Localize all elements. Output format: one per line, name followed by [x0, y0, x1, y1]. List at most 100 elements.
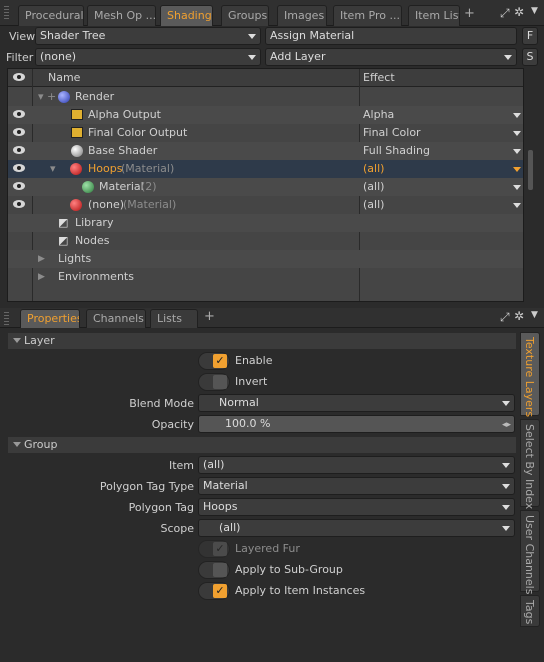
invert-checkbox[interactable] — [198, 373, 230, 391]
tab-properties[interactable]: Properties — [20, 309, 80, 328]
effect-dropdown-icon[interactable] — [513, 131, 521, 136]
expand-icon[interactable]: ▶ — [38, 254, 45, 264]
side-tab-texture-layers[interactable]: Texture Layers — [520, 332, 540, 417]
effect-dropdown-icon[interactable] — [513, 113, 521, 118]
gear-icon[interactable]: ✲ — [514, 5, 524, 19]
tree-row-environments[interactable]: ▶ Environments — [8, 268, 523, 286]
effect-dropdown-icon[interactable] — [513, 203, 521, 208]
tree-scrollbar[interactable] — [528, 150, 533, 190]
tree-row-final-color-output[interactable]: Final Color Output Final Color — [8, 124, 523, 142]
dropdown-arrow-icon — [248, 34, 256, 39]
tree-row-none[interactable]: (none) (Material) (all) — [8, 196, 523, 214]
item-dropdown[interactable]: (all) — [198, 456, 515, 474]
assign-material-button[interactable]: Assign Material — [265, 27, 517, 45]
s-button[interactable]: S — [522, 48, 538, 66]
tree-row-alpha-output[interactable]: Alpha Output Alpha — [8, 106, 523, 124]
eye-icon[interactable] — [13, 164, 25, 172]
scope-value: (all) — [219, 521, 241, 534]
grip-handle[interactable] — [4, 6, 9, 20]
row-effect: (all) — [363, 162, 385, 175]
eye-icon[interactable] — [13, 73, 25, 81]
eye-icon[interactable] — [13, 110, 25, 118]
dropdown-arrow-icon — [502, 526, 510, 531]
opacity-field[interactable]: 100.0 % ◂▸ — [198, 415, 515, 433]
layer-section-header[interactable]: Layer — [8, 333, 516, 349]
item-label: Item — [168, 459, 194, 472]
opacity-label: Opacity — [151, 418, 194, 431]
gear-icon[interactable]: ✲ — [514, 309, 524, 323]
plus-icon: + — [47, 90, 57, 103]
polygon-tag-type-dropdown[interactable]: Material — [198, 477, 515, 495]
eye-icon[interactable] — [13, 182, 25, 190]
tab-channels[interactable]: Channels — [86, 309, 146, 328]
side-tab-label: User Channels — [523, 515, 536, 595]
eye-icon[interactable] — [13, 200, 25, 208]
scope-dropdown[interactable]: (all) — [198, 519, 515, 537]
tab-procedural[interactable]: Procedural — [18, 5, 84, 26]
tab-images[interactable]: Images — [277, 5, 327, 26]
filter-dropdown[interactable]: (none) — [35, 48, 261, 66]
shader-tree[interactable]: Name Effect ▾ + Render Alpha Output Alph… — [7, 68, 524, 302]
chevron-down-icon[interactable]: ▼ — [531, 310, 538, 320]
eye-icon[interactable] — [13, 128, 25, 136]
dropdown-arrow-icon — [502, 463, 510, 468]
row-name: (none) — [88, 198, 125, 211]
layered-fur-checkbox[interactable]: ✓ — [198, 540, 230, 558]
row-effect: (all) — [363, 180, 385, 193]
side-tab-tags[interactable]: Tags — [520, 595, 540, 627]
side-tab-label: Tags — [523, 600, 536, 625]
blend-mode-dropdown[interactable]: Normal — [198, 394, 515, 412]
maximize-icon[interactable]: ⤢ — [500, 6, 510, 21]
dropdown-arrow-icon — [504, 55, 512, 60]
enable-checkbox[interactable]: ✓ — [198, 352, 230, 370]
collapse-icon[interactable]: ▾ — [50, 162, 56, 175]
column-name-header[interactable]: Name — [48, 71, 80, 84]
material-icon — [70, 163, 82, 175]
apply-instances-checkbox[interactable]: ✓ — [198, 582, 230, 600]
row-name: Library — [75, 216, 114, 229]
tree-row-base-shader[interactable]: Base Shader Full Shading — [8, 142, 523, 160]
tab-item-list[interactable]: Item List — [408, 5, 460, 26]
maximize-icon[interactable]: ⤢ — [500, 310, 510, 325]
side-tab-user-channels[interactable]: User Channels — [520, 510, 540, 594]
tree-row-nodes[interactable]: ◩ Nodes — [8, 232, 523, 250]
polygon-tag-dropdown[interactable]: Hoops — [198, 498, 515, 516]
tree-row-render[interactable]: ▾ + Render — [8, 88, 523, 106]
side-tab-label: Select By Index — [523, 424, 536, 510]
grip-handle[interactable] — [4, 312, 9, 326]
tab-item-properties[interactable]: Item Pro ... — [333, 5, 402, 26]
checkbox-box — [213, 563, 227, 577]
tab-mesh-op[interactable]: Mesh Op ... — [87, 5, 156, 26]
chevron-down-icon[interactable]: ▼ — [531, 6, 538, 16]
effect-dropdown-icon[interactable] — [513, 167, 521, 172]
apply-sub-group-checkbox[interactable] — [198, 561, 230, 579]
group-section-header[interactable]: Group — [8, 437, 516, 453]
tree-header: Name Effect — [8, 69, 523, 87]
tree-row-lights[interactable]: ▶ Lights — [8, 250, 523, 268]
collapse-icon[interactable]: ▾ — [38, 90, 44, 103]
stepper-icon[interactable]: ◂▸ — [502, 417, 511, 433]
render-icon — [58, 91, 70, 103]
check-icon: ✓ — [213, 354, 227, 368]
tab-shading[interactable]: Shading — [160, 5, 213, 26]
column-effect-header[interactable]: Effect — [363, 71, 395, 84]
f-button[interactable]: F — [522, 27, 538, 45]
expand-icon[interactable]: ▶ — [38, 272, 45, 282]
dropdown-arrow-icon — [502, 484, 510, 489]
side-tab-select-by-index[interactable]: Select By Index — [520, 419, 540, 509]
tab-groups[interactable]: Groups — [221, 5, 269, 26]
effect-dropdown-icon[interactable] — [513, 149, 521, 154]
eye-icon[interactable] — [13, 146, 25, 154]
tab-lists[interactable]: Lists — [150, 309, 198, 328]
tree-row-hoops[interactable]: ▾ Hoops (Material) (all) — [8, 160, 523, 178]
tree-row-library[interactable]: ◩ Library — [8, 214, 523, 232]
add-layer-dropdown[interactable]: Add Layer — [265, 48, 517, 66]
add-tab-icon[interactable]: + — [464, 6, 475, 21]
group-section-title: Group — [24, 438, 58, 451]
tree-row-material[interactable]: Material (2) (all) — [8, 178, 523, 196]
dropdown-arrow-icon — [502, 505, 510, 510]
effect-dropdown-icon[interactable] — [513, 185, 521, 190]
add-tab-icon[interactable]: + — [204, 309, 215, 324]
view-dropdown[interactable]: Shader Tree — [35, 27, 261, 45]
polygon-tag-value: Hoops — [203, 500, 238, 513]
